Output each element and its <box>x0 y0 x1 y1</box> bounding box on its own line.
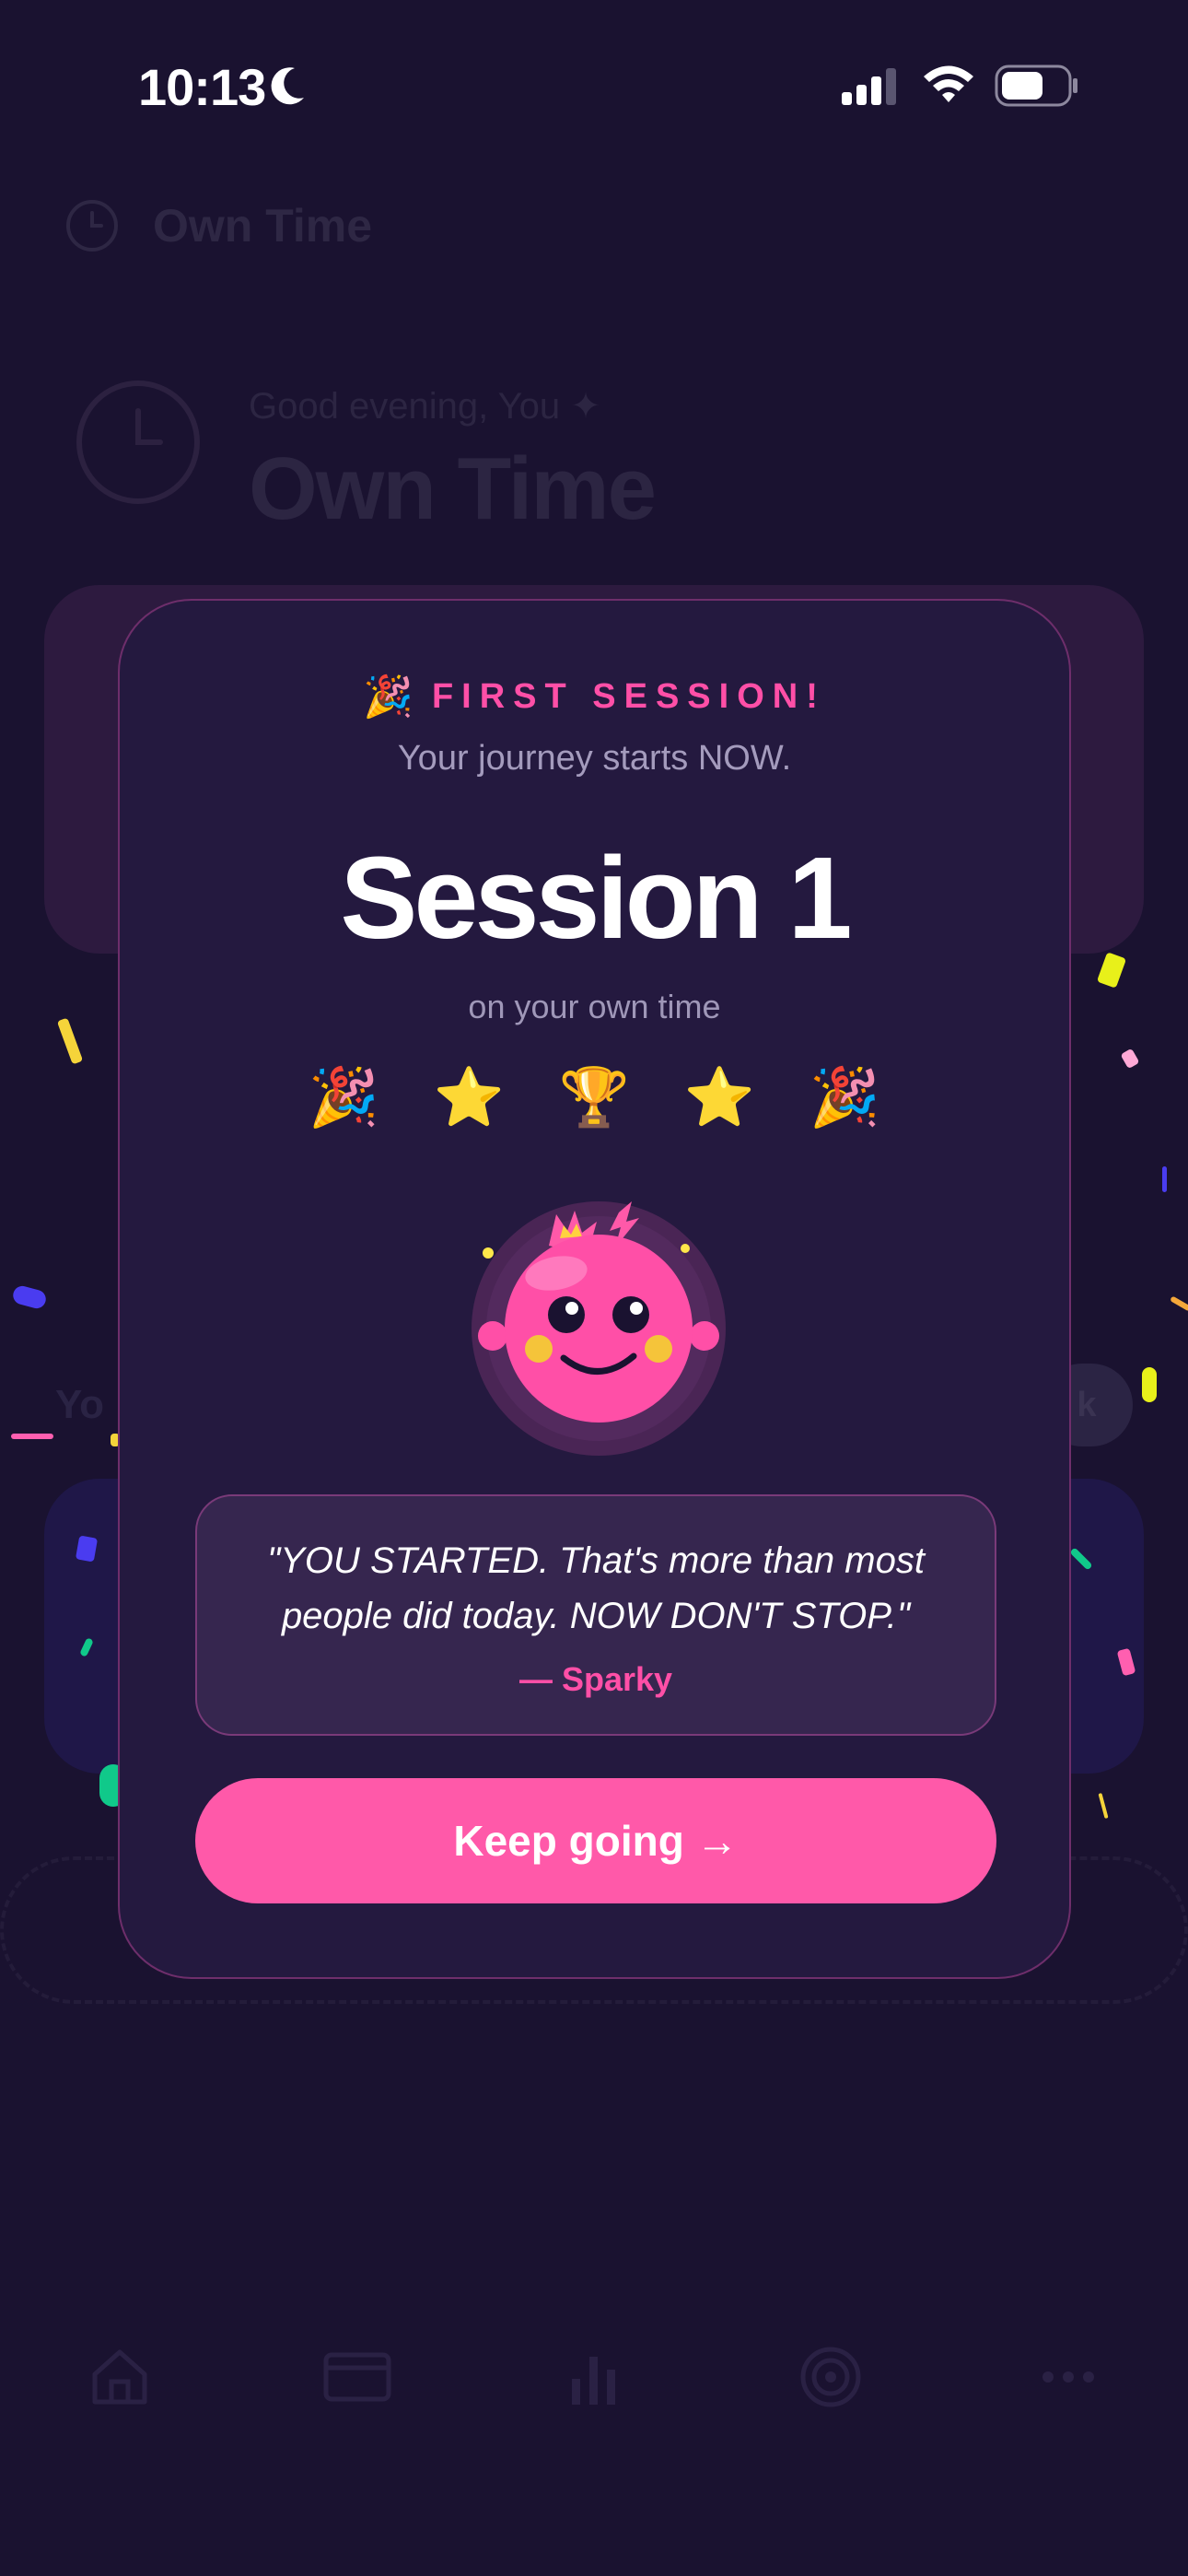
clock-icon <box>66 200 118 252</box>
app-header-title: Own Time <box>153 200 373 252</box>
tab-stats <box>557 2340 631 2414</box>
keep-going-button[interactable]: Keep going → <box>195 1778 996 1903</box>
mascot-quote: "YOU STARTED. That's more than most peop… <box>267 1540 925 1636</box>
home-icon <box>92 2349 147 2405</box>
tab-more <box>1031 2340 1105 2414</box>
confetti-piece <box>11 1434 53 1439</box>
confetti-piece <box>1162 1166 1167 1192</box>
greeting-block: Good evening, You ✦ Own Time <box>74 378 657 540</box>
clock-icon <box>76 381 200 504</box>
star-icon: ⭐ <box>683 1066 756 1130</box>
session-subtitle: on your own time <box>468 988 721 1025</box>
greeting-text: Good evening, You ✦ <box>249 386 601 427</box>
tab-goals <box>794 2340 868 2414</box>
celebration-emoji-row: 🎉 ⭐ 🏆 ⭐ 🎉 <box>120 1066 1069 1130</box>
chart-icon <box>572 2357 615 2405</box>
tab-cards <box>320 2340 394 2414</box>
party-popper-icon: 🎉 <box>363 674 413 720</box>
quote-author: — Sparky <box>518 1660 673 1698</box>
badge-label: FIRST SESSION! <box>431 676 826 716</box>
tab-home <box>83 2340 157 2414</box>
app-header: Own Time <box>64 198 372 253</box>
card-icon <box>323 2352 391 2402</box>
party-popper-icon: 🎉 <box>809 1066 881 1130</box>
trophy-icon: 🏆 <box>558 1066 631 1130</box>
celebration-modal: 🎉 FIRST SESSION! Your journey starts NOW… <box>118 599 1071 1979</box>
page-title: Own Time <box>249 439 657 538</box>
tab-bar <box>0 2340 1188 2460</box>
more-icon <box>1042 2371 1094 2383</box>
target-icon <box>800 2347 861 2407</box>
mascot-quote-box: "YOU STARTED. That's more than most peop… <box>195 1494 996 1736</box>
confetti-piece <box>1142 1367 1157 1402</box>
sparky-mascot-icon <box>472 1201 726 1456</box>
star-icon: ⭐ <box>433 1066 506 1130</box>
party-popper-icon: 🎉 <box>308 1066 380 1130</box>
first-session-badge: 🎉 FIRST SESSION! <box>120 673 1069 720</box>
session-title: Session 1 <box>340 833 852 963</box>
section-label: Yo <box>55 1382 104 1427</box>
modal-subtitle: Your journey starts NOW. <box>397 739 792 778</box>
